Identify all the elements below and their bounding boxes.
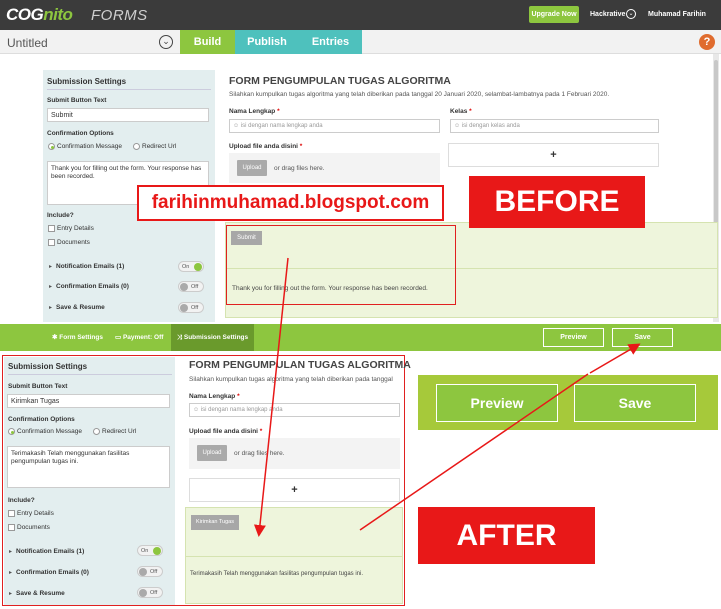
arrow-before-to-after [253, 257, 289, 537]
arrow-zoom-to-save [589, 343, 641, 374]
arrow-overlay [253, 257, 641, 537]
arrow-after-to-zoom [359, 373, 589, 531]
